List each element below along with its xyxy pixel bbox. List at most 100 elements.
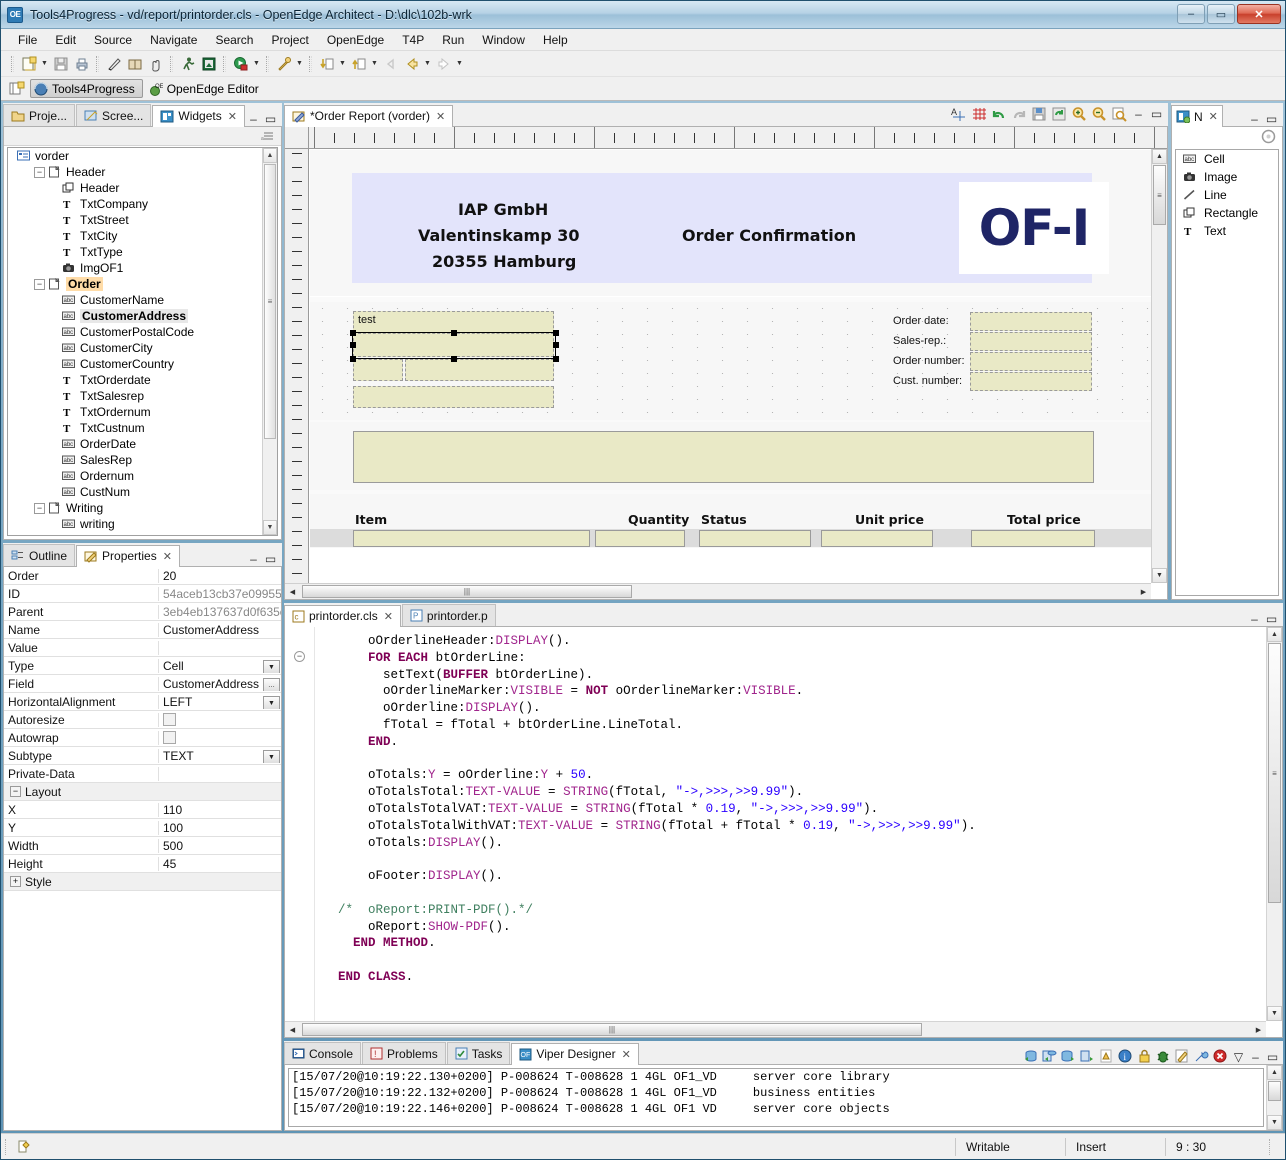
maximize-icon[interactable]: ▭ xyxy=(1265,1050,1280,1064)
maximize-icon[interactable]: ▭ xyxy=(1264,612,1279,626)
property-row[interactable]: Type Cell ▼ xyxy=(4,657,281,675)
header-status[interactable]: Status xyxy=(701,512,747,527)
property-value[interactable]: 3eb4eb137637d0f635c5 xyxy=(159,605,281,619)
tree-node[interactable]: − Header xyxy=(8,164,262,180)
editor-gutter[interactable]: − xyxy=(285,627,315,1037)
close-icon[interactable]: ✕ xyxy=(228,110,237,123)
stop-icon[interactable] xyxy=(1212,1049,1229,1064)
console-text[interactable]: [15/07/20@10:19:22.130+0200] P-008624 T-… xyxy=(288,1068,1264,1127)
property-row[interactable]: Width 500 xyxy=(4,837,281,855)
zoom-in-icon[interactable] xyxy=(1071,106,1088,122)
code-fold-icon[interactable]: − xyxy=(294,651,305,662)
refresh-icon[interactable] xyxy=(1051,106,1068,122)
console-vscrollbar[interactable]: ▲ ▼ xyxy=(1266,1065,1282,1130)
info-icon[interactable]: i xyxy=(1117,1049,1134,1064)
menu-project[interactable]: Project xyxy=(262,31,317,49)
order-date-cell[interactable] xyxy=(970,312,1092,331)
code-area[interactable]: − oOrderlineHeader:DISPLAY(). FOR EACH b… xyxy=(285,627,1282,1037)
minimize-icon[interactable]: – xyxy=(246,112,261,126)
back-icon[interactable] xyxy=(401,54,422,74)
tree-node[interactable]: T TxtStreet xyxy=(8,212,262,228)
tab-properties[interactable]: Properties ✕ xyxy=(76,545,180,567)
property-value[interactable]: 45 xyxy=(159,857,281,871)
customer-postalcode-cell[interactable] xyxy=(353,359,403,381)
tree-node[interactable]: abc CustomerCity xyxy=(8,340,262,356)
close-icon[interactable]: ✕ xyxy=(1209,110,1218,123)
console-output[interactable]: [15/07/20@10:19:22.130+0200] P-008624 T-… xyxy=(285,1065,1282,1130)
scroll-up-icon[interactable]: ▲ xyxy=(263,148,277,163)
property-row[interactable]: X 110 xyxy=(4,801,281,819)
item-cell[interactable] xyxy=(353,530,590,547)
palette-list[interactable]: abc Cell Image Line Rectangle T Text xyxy=(1175,149,1279,596)
close-icon[interactable]: ✕ xyxy=(163,550,172,563)
report-canvas[interactable]: IAP GmbH Valentinskamp 30 20355 Hamburg … xyxy=(310,150,1151,583)
property-value[interactable] xyxy=(159,731,281,744)
pencil-icon[interactable] xyxy=(103,54,124,74)
writing-cell[interactable] xyxy=(353,431,1094,483)
close-icon[interactable]: ✕ xyxy=(622,1048,631,1061)
tree-node[interactable]: T TxtOrdernum xyxy=(8,404,262,420)
close-button[interactable]: ✕ xyxy=(1237,4,1281,24)
tab-order-report[interactable]: *Order Report (vorder) ✕ xyxy=(284,105,454,127)
logo-image[interactable]: OF-I xyxy=(959,182,1109,274)
property-value[interactable]: 110 xyxy=(159,803,281,817)
minimize-icon[interactable]: – xyxy=(1131,107,1146,121)
db-next-icon[interactable] xyxy=(1060,1049,1077,1064)
align-icon[interactable]: A xyxy=(951,106,968,122)
tree-node[interactable]: abc CustomerName xyxy=(8,292,262,308)
chevron-down-icon[interactable]: ▼ xyxy=(263,695,280,709)
tree-node[interactable]: abc Ordernum xyxy=(8,468,262,484)
property-value[interactable]: 100 xyxy=(159,821,281,835)
tree-expander-icon[interactable]: − xyxy=(34,166,45,178)
db-prev-icon[interactable] xyxy=(1022,1049,1039,1064)
widgets-tree[interactable]: vorder − Header Header T TxtCompany T TxtStreet… xyxy=(7,147,278,536)
tree-node[interactable]: ImgOF1 xyxy=(8,260,262,276)
cust-number-cell[interactable] xyxy=(970,372,1092,391)
menu-source[interactable]: Source xyxy=(85,31,141,49)
tab-projects[interactable]: Proje... xyxy=(3,104,76,126)
maximize-icon[interactable]: ▭ xyxy=(1264,112,1279,126)
run-person-icon[interactable] xyxy=(177,54,198,74)
redo-icon[interactable] xyxy=(1011,106,1028,122)
menu-file[interactable]: File xyxy=(9,31,46,49)
property-value[interactable]: CustomerAddress… xyxy=(159,677,281,691)
wrench-icon[interactable] xyxy=(1193,1049,1210,1064)
debug-run-icon[interactable] xyxy=(230,54,251,74)
scroll-right-icon[interactable]: ▶ xyxy=(1136,584,1151,599)
property-value[interactable]: Cell ▼ xyxy=(159,659,281,673)
resize-handle-nw[interactable] xyxy=(350,330,356,336)
unit-price-cell[interactable] xyxy=(821,530,933,547)
debug-run-dropdown-icon[interactable]: ▼ xyxy=(251,54,262,74)
tree-node[interactable]: T TxtCompany xyxy=(8,196,262,212)
palette-item-image[interactable]: Image xyxy=(1176,168,1278,186)
back-dropdown-icon[interactable]: ▼ xyxy=(422,54,433,74)
palette-item-line[interactable]: Line xyxy=(1176,186,1278,204)
prev-annotation-dropdown-icon[interactable]: ▼ xyxy=(369,54,380,74)
property-row[interactable]: Name CustomerAddress xyxy=(4,621,281,639)
maximize-icon[interactable]: ▭ xyxy=(1149,107,1164,121)
next-annotation-icon[interactable] xyxy=(316,54,337,74)
view-menu-icon[interactable]: ▽ xyxy=(1231,1050,1246,1064)
tree-node[interactable]: abc CustomerPostalCode xyxy=(8,324,262,340)
menu-search[interactable]: Search xyxy=(206,31,262,49)
lower-blank-band[interactable] xyxy=(310,548,1151,583)
resize-handle-s[interactable] xyxy=(451,356,457,362)
property-row[interactable]: Order 20 xyxy=(4,567,281,585)
zoom-out-icon[interactable] xyxy=(1091,106,1108,122)
book-icon[interactable] xyxy=(124,54,145,74)
property-row[interactable]: Y 100 xyxy=(4,819,281,837)
minimize-icon[interactable]: – xyxy=(1248,1050,1263,1064)
debug-icon[interactable] xyxy=(1155,1049,1172,1064)
header-total-price[interactable]: Total price xyxy=(1007,512,1081,527)
menu-window[interactable]: Window xyxy=(473,31,534,49)
menu-navigate[interactable]: Navigate xyxy=(141,31,206,49)
property-value[interactable]: 54aceb13cb37e0995552 xyxy=(159,587,281,601)
order-number-label[interactable]: Order number: xyxy=(893,355,965,367)
property-row[interactable]: ID54aceb13cb37e0995552 xyxy=(4,585,281,603)
perspective-tools4progress[interactable]: Tools4Progress xyxy=(30,79,143,98)
cust-number-label[interactable]: Cust. number: xyxy=(893,375,962,387)
scroll-up-icon[interactable]: ▲ xyxy=(1152,149,1167,164)
city-text[interactable]: 20355 Hamburg xyxy=(432,252,576,271)
company-text[interactable]: IAP GmbH xyxy=(458,200,548,219)
preview-icon[interactable] xyxy=(1111,106,1128,122)
